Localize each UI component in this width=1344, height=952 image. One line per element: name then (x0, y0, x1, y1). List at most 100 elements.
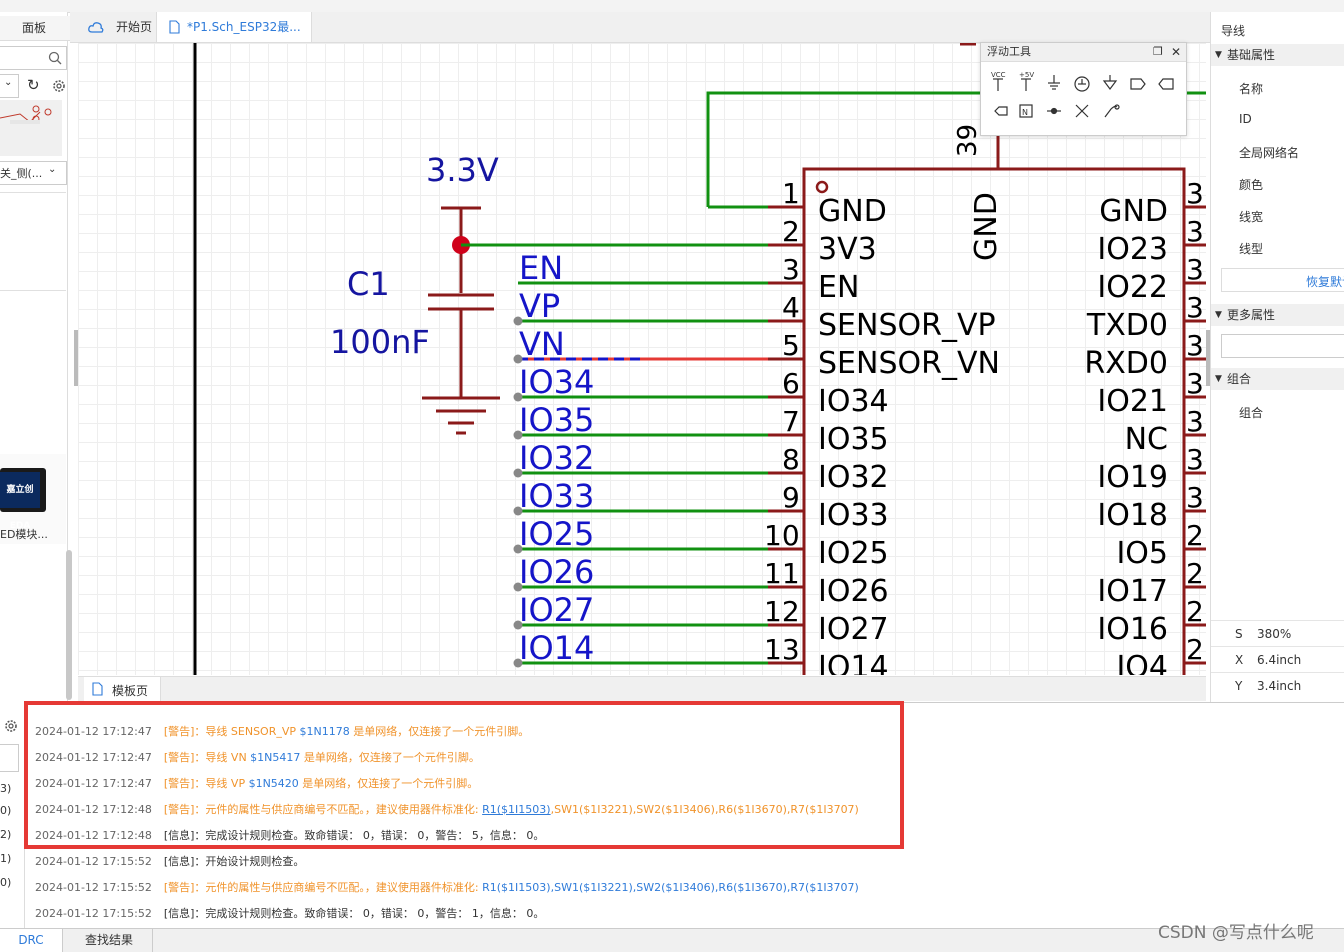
field-group-label: 组合 (1239, 406, 1264, 420)
more-properties-input[interactable] (1221, 334, 1344, 358)
left-pin-number: 12 (764, 595, 800, 628)
left-pin-name: GND (818, 194, 887, 229)
left-pin-number: 13 (764, 633, 800, 666)
symbol-thumbnail[interactable] (0, 100, 62, 156)
log-filter-input[interactable] (0, 744, 19, 772)
tab-start-page[interactable]: 开始页 (80, 12, 154, 42)
right-pin-number: 2 (1186, 633, 1204, 666)
left-pin-number: 6 (782, 367, 800, 400)
left-pin-name: IO25 (818, 536, 889, 571)
chevron-down-icon: ⌄ (48, 164, 57, 175)
bottom-tab-bar: DRC 查找结果 (0, 928, 1344, 952)
pin-top-name: GND (969, 192, 1004, 261)
status-x: X 6.4inch (1211, 646, 1344, 673)
divider (0, 290, 66, 291)
list-item-selector[interactable]: 关_侧(... ⌄ (0, 161, 67, 185)
right-pin-name: IO5 (1116, 536, 1168, 571)
no-connect-icon[interactable] (1075, 104, 1089, 118)
highlight-box (24, 701, 904, 849)
wire-node-icon[interactable] (1047, 107, 1061, 115)
left-pin-number: 4 (782, 291, 800, 324)
left-pin-name: IO33 (818, 498, 889, 533)
gear-icon[interactable] (51, 78, 67, 94)
module-thumbnail: 嘉立创EDA (0, 468, 46, 531)
left-pin-name: EN (818, 270, 859, 305)
left-panel: 面板 ⌄ ↻ 关_侧(... ⌄ 嘉立创EDA ED模块... (0, 12, 70, 702)
right-pin-number: 3 (1186, 253, 1204, 286)
ground-icon[interactable] (1048, 75, 1060, 90)
property-panel-title: 导线 (1221, 24, 1246, 38)
document-tab-bar: 开始页 *P1.Sch_ESP32最... (70, 12, 1210, 43)
library-select[interactable]: ⌄ (0, 74, 19, 98)
log-timestamp: 2024-01-12 17:15:52 (35, 855, 152, 868)
left-search-input[interactable] (0, 46, 67, 70)
right-pin-name: IO22 (1097, 270, 1168, 305)
net-label: IO34 (519, 363, 594, 401)
net-label: IO26 (519, 553, 594, 591)
schematic-canvas[interactable]: 39 GND 3.3V C1 100nF 1234567891011121314… (78, 43, 1206, 675)
left-pin-name: SENSOR_VP (818, 308, 996, 343)
net-label-icon[interactable]: N (1019, 104, 1033, 118)
left-pin-number: 10 (764, 519, 800, 552)
section-title: 更多属性 (1227, 308, 1276, 322)
module-thumbnail-text: 嘉立创EDA (0, 472, 40, 531)
earth-icon[interactable] (1074, 76, 1090, 92)
vcc-icon[interactable]: VCC (991, 71, 1006, 91)
stat-value: 6.4inch (1257, 653, 1302, 667)
signal-ground-icon[interactable] (1102, 75, 1118, 90)
left-pin-name: IO14 (818, 650, 889, 675)
net-port-out-icon[interactable] (1130, 78, 1146, 90)
refresh-icon[interactable]: ↻ (27, 76, 40, 94)
left-scrollbar[interactable] (66, 550, 72, 700)
field-global-net-label: 全局网络名 (1239, 146, 1300, 160)
right-pin-number: 2 (1186, 595, 1204, 628)
right-pin-number: 3 (1186, 177, 1204, 210)
section-basic-properties[interactable]: ▼ 基础属性 (1211, 44, 1344, 66)
restore-window-icon[interactable]: ❐ (1153, 43, 1163, 61)
right-pin-name: GND (1099, 194, 1168, 229)
log-link[interactable]: R1($1I1503),SW1($1I3221),SW2($1I3406),R6… (482, 881, 859, 894)
net-port-in-icon[interactable] (1158, 78, 1174, 90)
left-pin-number: 3 (782, 253, 800, 286)
document-icon (169, 20, 180, 34)
tab-drc[interactable]: DRC (0, 929, 63, 952)
restore-default-button[interactable]: 恢复默认 (1221, 268, 1344, 292)
probe-icon[interactable] (1104, 104, 1120, 118)
section-group[interactable]: ▼ 组合 (1211, 368, 1344, 390)
watermark: CSDN @写点什么呢 (1158, 923, 1314, 943)
tab-find-results[interactable]: 查找结果 (66, 929, 153, 952)
gear-icon[interactable] (3, 718, 19, 734)
panel-collapse-handle[interactable] (74, 330, 78, 386)
module-card[interactable]: 嘉立创EDA ED模块... (0, 454, 66, 544)
tab-template-page[interactable]: 模板页 (84, 677, 161, 701)
log-message: ：开始设计规则检查。 (194, 855, 305, 868)
svg-text:N: N (1022, 108, 1028, 117)
log-left-strip: 3) 0) 2) 1) 0) (0, 702, 25, 928)
plus5v-icon[interactable]: +5V (1019, 71, 1034, 91)
cap-value-label: 100nF (330, 323, 430, 361)
net-label: VP (519, 287, 560, 325)
floating-tool-header[interactable]: 浮动工具 ❐ ✕ (981, 43, 1186, 62)
tab-label: DRC (18, 933, 44, 947)
left-panel-header[interactable]: 面板 (0, 16, 70, 41)
netflag-icon[interactable] (994, 106, 1008, 116)
section-title: 组合 (1227, 372, 1252, 386)
left-pin-name: IO32 (818, 460, 889, 495)
count-label: 3) (0, 782, 12, 795)
net-label: IO27 (519, 591, 594, 629)
search-icon[interactable] (48, 51, 62, 65)
right-pin-name: IO18 (1097, 498, 1168, 533)
caret-down-icon: ▼ (1215, 374, 1222, 384)
floating-tool-window[interactable]: 浮动工具 ❐ ✕ VCC +5V N (980, 42, 1187, 136)
left-pin-number: 9 (782, 481, 800, 514)
page-tab-bar: 模板页 (78, 676, 1206, 701)
close-icon[interactable]: ✕ (1171, 43, 1181, 61)
property-panel: 导线 ▼ 基础属性 名称 ID 全局网络名 颜色 线宽 线型 恢复默认 ▼ 更多… (1210, 12, 1344, 702)
cap-ref-label: C1 (347, 265, 390, 303)
log-tag: [信息] (163, 907, 195, 920)
section-more-properties[interactable]: ▼ 更多属性 (1211, 304, 1344, 326)
right-pin-name: IO21 (1097, 384, 1168, 419)
log-message: ：完成设计规则检查。致命错误： 0，错误： 0，警告： 1，信息： 0。 (194, 907, 545, 920)
tab-schematic[interactable]: *P1.Sch_ESP32最... (156, 12, 312, 42)
log-message: ：元件的属性与供应商编号不匹配。，建议使用器件标准化: (194, 881, 483, 894)
